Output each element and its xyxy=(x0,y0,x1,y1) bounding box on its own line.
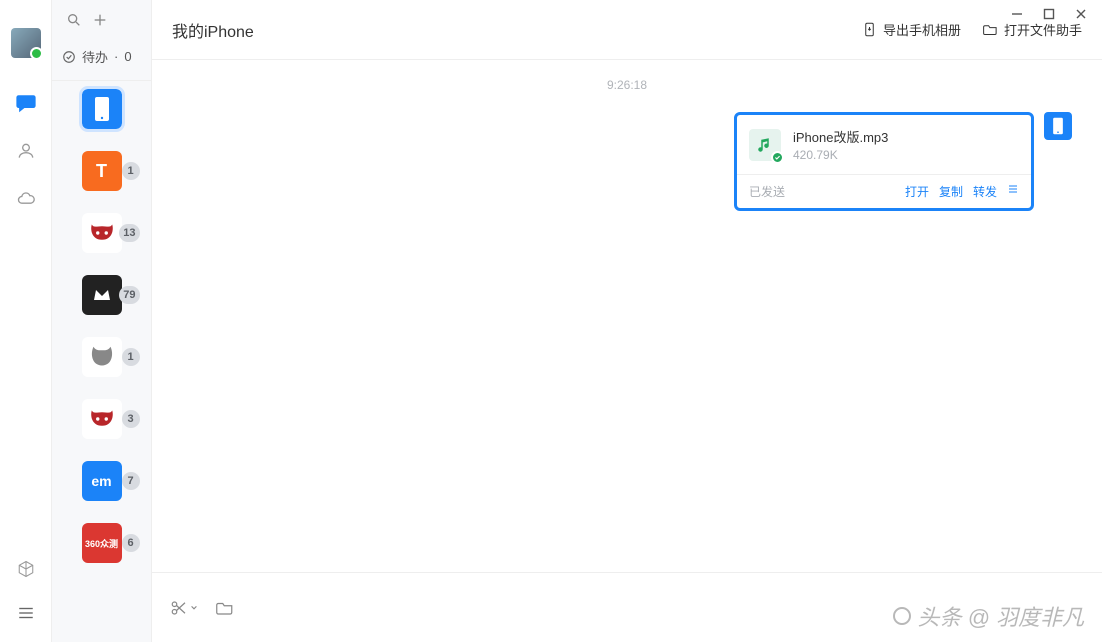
chat-list: T1 13 79 1 3 em7 360众测6 xyxy=(52,81,151,563)
badge: 79 xyxy=(119,286,139,304)
chat-item-t[interactable]: T1 xyxy=(82,151,122,191)
chat-item-gnu[interactable]: 1 xyxy=(82,337,122,377)
bull-icon xyxy=(85,216,119,250)
folder-icon xyxy=(216,599,234,617)
maximize-button[interactable] xyxy=(1042,7,1056,21)
forward-action[interactable]: 转发 xyxy=(973,183,997,200)
music-file-icon xyxy=(749,129,781,161)
gnu-icon xyxy=(85,340,119,374)
add-icon[interactable] xyxy=(92,12,108,33)
badge: 6 xyxy=(122,534,140,552)
file-message-card[interactable]: iPhone改版.mp3 420.79K 已发送 打开 复制 转发 xyxy=(734,112,1034,211)
export-album-button[interactable]: 导出手机相册 xyxy=(862,20,961,39)
left-nav xyxy=(0,0,52,642)
export-icon xyxy=(862,22,877,37)
badge: 1 xyxy=(122,162,140,180)
screenshot-tool[interactable] xyxy=(170,599,198,617)
chat-item-em[interactable]: em7 xyxy=(82,461,122,501)
file-name: iPhone改版.mp3 xyxy=(793,127,888,146)
folder-tool[interactable] xyxy=(216,599,234,617)
folder-icon xyxy=(983,22,998,37)
chat-item-iphone[interactable] xyxy=(82,89,122,129)
main-panel: 我的iPhone 导出手机相册 打开文件助手 9:26:18 xyxy=(152,0,1102,642)
badge: 3 xyxy=(122,410,140,428)
todo-label: 待办 xyxy=(82,47,108,66)
contact-sidebar: 待办 · 0 T1 13 79 1 3 em7 360众测6 xyxy=(52,0,152,642)
todo-row[interactable]: 待办 · 0 xyxy=(52,33,151,81)
phone-icon xyxy=(93,96,111,122)
chat-area: 9:26:18 iPhone改版.mp3 420.79K 已发送 打 xyxy=(152,60,1102,572)
peer-avatar[interactable] xyxy=(1044,112,1072,140)
chat-item-bull2[interactable]: 3 xyxy=(82,399,122,439)
file-size: 420.79K xyxy=(793,148,888,162)
contacts-nav-icon[interactable] xyxy=(15,140,37,162)
main-header: 我的iPhone 导出手机相册 打开文件助手 xyxy=(152,0,1102,60)
chat-item-crown[interactable]: 79 xyxy=(82,275,122,315)
message-timestamp: 9:26:18 xyxy=(182,78,1072,92)
menu-nav-icon[interactable] xyxy=(15,602,37,624)
phone-icon xyxy=(1051,117,1065,135)
page-title: 我的iPhone xyxy=(172,18,254,42)
search-icon[interactable] xyxy=(66,12,82,33)
open-action[interactable]: 打开 xyxy=(905,183,929,200)
minimize-button[interactable] xyxy=(1010,7,1024,21)
cloud-nav-icon[interactable] xyxy=(15,188,37,210)
copy-action[interactable]: 复制 xyxy=(939,183,963,200)
scissors-icon xyxy=(170,599,188,617)
chat-item-bull1[interactable]: 13 xyxy=(82,213,122,253)
badge: 13 xyxy=(119,224,139,242)
chat-item-360[interactable]: 360众测6 xyxy=(82,523,122,563)
sent-status: 已发送 xyxy=(749,183,785,200)
message-row: iPhone改版.mp3 420.79K 已发送 打开 复制 转发 xyxy=(182,112,1072,211)
titlebar xyxy=(1010,0,1102,28)
input-toolbar xyxy=(152,572,1102,642)
check-circle-icon xyxy=(62,50,76,64)
my-avatar[interactable] xyxy=(11,28,41,58)
check-icon xyxy=(771,151,784,164)
badge: 7 xyxy=(122,472,140,490)
close-button[interactable] xyxy=(1074,7,1088,21)
chevron-down-icon xyxy=(190,604,198,612)
badge: 1 xyxy=(122,348,140,366)
cube-nav-icon[interactable] xyxy=(15,558,37,580)
more-action-icon[interactable] xyxy=(1007,183,1019,200)
todo-count: 0 xyxy=(124,49,131,64)
chat-nav-icon[interactable] xyxy=(15,92,37,114)
crown-icon xyxy=(92,288,112,302)
bull-icon xyxy=(85,402,119,436)
